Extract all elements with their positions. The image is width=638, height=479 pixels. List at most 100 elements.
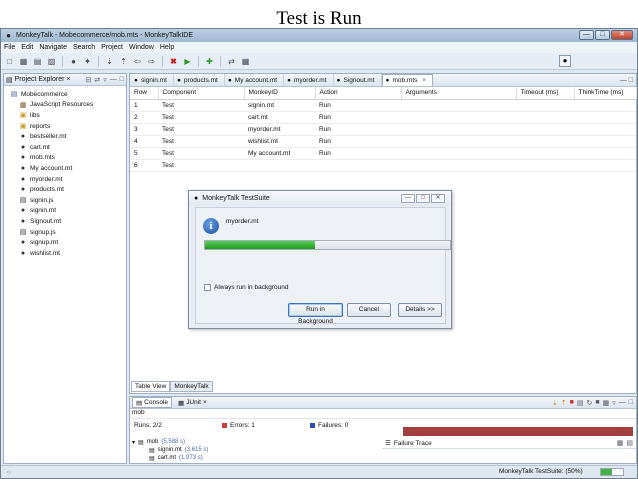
result-item[interactable]: ▤ signin.mt (3.615 s) — [132, 446, 380, 454]
cell-monkey-id[interactable]: myorder.mt — [244, 123, 315, 136]
cell-action[interactable] — [315, 159, 401, 172]
close-button[interactable]: ✕ — [611, 30, 633, 40]
perspective-monkey-icon[interactable]: ● — [559, 55, 571, 67]
cell-arguments[interactable] — [401, 159, 516, 172]
menu-project[interactable]: Project — [101, 44, 123, 51]
cell-monkey-id[interactable] — [244, 159, 315, 172]
menu-help[interactable]: Help — [160, 44, 174, 51]
scroll-lock-icon[interactable]: ▤ — [577, 399, 584, 407]
table-row[interactable]: 1 Test signin.mt Run — [130, 99, 636, 112]
status-progress-bar[interactable] — [600, 468, 624, 476]
menu-navigate[interactable]: Navigate — [39, 44, 67, 51]
minimize-view-icon[interactable]: — — [619, 399, 626, 407]
details-button[interactable]: Details >> — [398, 303, 442, 317]
cell-component[interactable]: Test — [158, 135, 244, 148]
cell-component[interactable]: Test — [158, 111, 244, 124]
cell-monkey-id[interactable]: signin.mt — [244, 99, 315, 112]
tab-junit[interactable]: ▦ JUnit × — [175, 399, 210, 407]
rerun-icon[interactable]: ↻ — [587, 399, 593, 407]
close-tab-icon[interactable]: × — [66, 76, 70, 83]
tree-item[interactable]: ▦ JavaScript Resources — [10, 100, 126, 111]
cell-component[interactable]: Test — [158, 99, 244, 112]
cell-timeout[interactable] — [516, 99, 574, 112]
tree-item[interactable]: ● signin.mt — [10, 206, 126, 217]
cell-component[interactable]: Test — [158, 147, 244, 160]
cell-thinktime[interactable] — [574, 99, 636, 112]
menu-search[interactable]: Search — [73, 44, 95, 51]
cell-thinktime[interactable] — [574, 147, 636, 160]
forward-icon[interactable]: ⇨ — [146, 56, 157, 67]
maximize-view-icon[interactable]: □ — [629, 77, 633, 84]
monkey-icon[interactable]: ● — [68, 56, 79, 67]
tree-item[interactable]: ● signup.mt — [10, 237, 126, 248]
show-failures-only-icon[interactable]: ■ — [570, 399, 574, 407]
tab-monkeytalk[interactable]: MonkeyTalk — [170, 381, 213, 392]
cell-timeout[interactable] — [516, 111, 574, 124]
table-row[interactable]: 2 Test cart.mt Run — [130, 111, 636, 124]
project-explorer-tab[interactable]: ▤ Project Explorer × — [6, 76, 71, 84]
cell-action[interactable]: Run — [315, 147, 401, 160]
add-icon[interactable]: ✚ — [204, 56, 215, 67]
tree-item[interactable]: ● Signout.mt — [10, 216, 126, 227]
save-all-icon[interactable]: ▤ — [32, 56, 43, 67]
cell-action[interactable]: Run — [315, 123, 401, 136]
maximize-view-icon[interactable]: □ — [120, 76, 124, 84]
collapse-all-icon[interactable]: ⊟ — [86, 76, 92, 84]
cell-action[interactable]: Run — [315, 135, 401, 148]
tab-signin[interactable]: ● signin.mt — [131, 74, 174, 86]
cell-arguments[interactable] — [401, 123, 516, 136]
prev-annotation-icon[interactable]: ⇡ — [118, 56, 129, 67]
tab-myorder[interactable]: ● myorder.mt — [284, 74, 334, 86]
tree-item[interactable]: ▣ reports — [10, 121, 126, 132]
menu-edit[interactable]: Edit — [21, 44, 33, 51]
stop-run-icon[interactable]: ■ — [595, 399, 599, 407]
tree-item[interactable]: ● My account.mt — [10, 163, 126, 174]
minimize-view-icon[interactable]: — — [620, 77, 627, 84]
column-header[interactable]: Action — [315, 87, 402, 100]
table-row[interactable]: 3 Test myorder.mt Run — [130, 123, 636, 136]
next-annotation-icon[interactable]: ⇣ — [104, 56, 115, 67]
cell-action[interactable]: Run — [315, 99, 401, 112]
column-header[interactable]: MonkeyID — [244, 87, 316, 100]
column-header[interactable]: Arguments — [401, 87, 517, 100]
column-header[interactable]: Component — [158, 87, 245, 100]
dialog-maximize-button[interactable]: □ — [416, 194, 430, 203]
filter-trace-icon[interactable]: ▦ — [617, 439, 624, 447]
maximize-view-icon[interactable]: □ — [629, 399, 633, 407]
settings-icon[interactable]: ▦ — [240, 56, 251, 67]
tab-table-view[interactable]: Table View — [131, 381, 171, 392]
tree-item[interactable]: ● wishlist.mt — [10, 248, 126, 259]
cell-component[interactable]: Test — [158, 123, 244, 136]
stop-icon[interactable]: ✖ — [168, 56, 179, 67]
close-tab-icon[interactable]: × — [422, 78, 426, 84]
menu-window[interactable]: Window — [129, 44, 154, 51]
table-row[interactable]: 5 Test My account.mt Run — [130, 147, 636, 160]
cell-thinktime[interactable] — [574, 135, 636, 148]
result-item[interactable]: ▾ ▤ mob (5.588 s) — [132, 438, 380, 446]
cell-timeout[interactable] — [516, 135, 574, 148]
tab-mob-mts[interactable]: ● mob.mts × — [381, 74, 433, 86]
cell-action[interactable]: Run — [315, 111, 401, 124]
tree-item[interactable]: ● products.mt — [10, 184, 126, 195]
tab-console[interactable]: ▤ Console — [132, 397, 173, 408]
cell-arguments[interactable] — [401, 111, 516, 124]
table-row[interactable]: 6 Test — [130, 159, 636, 172]
run-in-background-button[interactable]: Run in Background — [288, 303, 343, 325]
cell-thinktime[interactable] — [574, 159, 636, 172]
tree-item[interactable]: ▤ signup.js — [10, 227, 126, 238]
menu-file[interactable]: File — [4, 44, 15, 51]
cell-thinktime[interactable] — [574, 123, 636, 136]
close-tab-icon[interactable]: × — [203, 399, 207, 406]
dialog-close-button[interactable]: ✕ — [431, 194, 445, 203]
tree-item[interactable]: ● cart.mt — [10, 142, 126, 153]
cell-monkey-id[interactable]: wishlist.mt — [244, 135, 315, 148]
next-failure-icon[interactable]: ⇣ — [552, 399, 558, 407]
cell-thinktime[interactable] — [574, 111, 636, 124]
cell-timeout[interactable] — [516, 123, 574, 136]
tree-item[interactable]: ▤ Mobecommerce — [10, 89, 126, 100]
tab-products[interactable]: ● products.mt — [174, 74, 225, 86]
maximize-button[interactable]: □ — [595, 30, 610, 40]
dialog-minimize-button[interactable]: — — [401, 194, 415, 203]
cell-arguments[interactable] — [401, 147, 516, 160]
view-menu-icon[interactable]: ▿ — [612, 399, 616, 407]
